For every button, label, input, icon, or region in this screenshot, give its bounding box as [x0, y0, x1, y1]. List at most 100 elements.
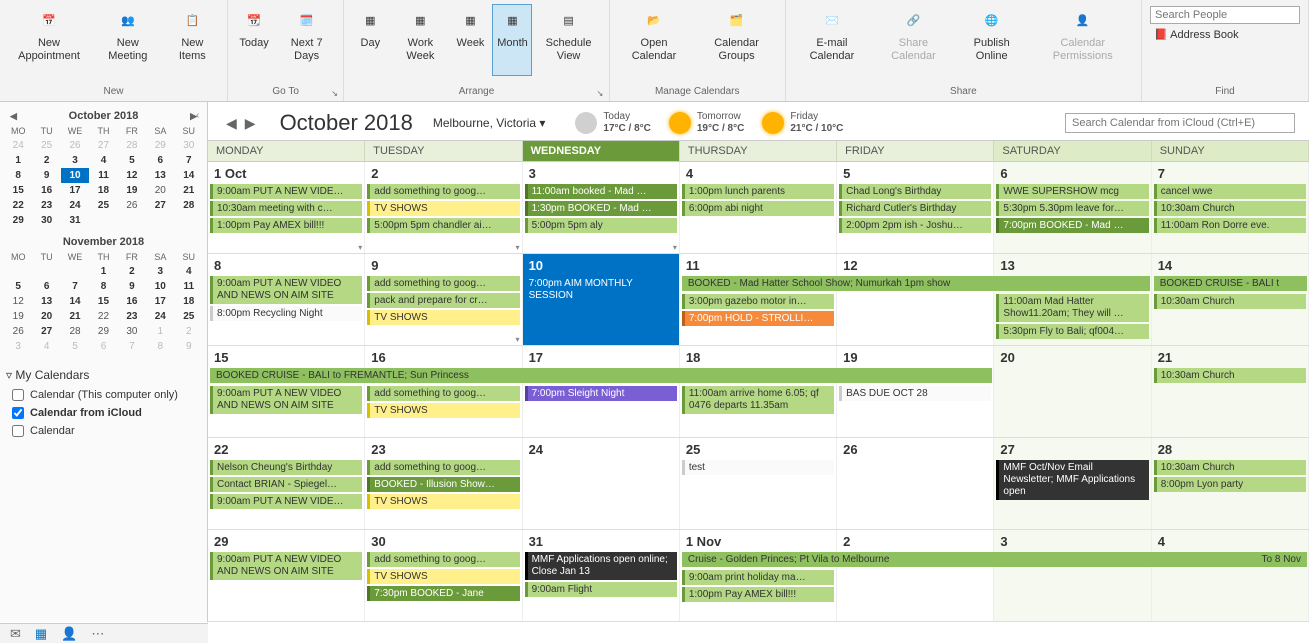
multi-day-event[interactable]: BOOKED CRUISE - BALI t: [1154, 276, 1307, 291]
mini-cal-day[interactable]: [118, 213, 146, 228]
calendar-event[interactable]: BAS DUE OCT 28: [839, 386, 991, 401]
day-cell[interactable]: 23add something to goog…BOOKED - Illusio…: [365, 438, 522, 529]
day-cell[interactable]: 6WWE SUPERSHOW mcg5:30pm 5.30pm leave fo…: [994, 162, 1151, 253]
day-cell[interactable]: 159:00am PUT A NEW VIDEO AND NEWS ON AIM…: [208, 346, 365, 437]
calendar-event[interactable]: TV SHOWS: [367, 201, 519, 216]
mini-cal-day[interactable]: 8: [4, 168, 32, 183]
day-cell[interactable]: 4: [1152, 530, 1309, 621]
next-period-icon[interactable]: ▶: [241, 115, 260, 131]
dialog-launcher-icon[interactable]: ↘: [597, 89, 607, 99]
weather-day[interactable]: Friday21°C / 10°C: [762, 111, 843, 135]
day-cell[interactable]: 25test: [680, 438, 837, 529]
search-people-input[interactable]: [1150, 6, 1300, 24]
mini-cal-day[interactable]: 19: [4, 309, 32, 324]
calendar-event[interactable]: WWE SUPERSHOW mcg: [996, 184, 1148, 199]
workweek-view-button[interactable]: ▦Work Week: [392, 4, 448, 76]
mini-cal-day[interactable]: 23: [32, 198, 60, 213]
mini-cal-day[interactable]: [4, 264, 32, 279]
calendar-checkbox[interactable]: [12, 407, 24, 419]
mini-cal-day[interactable]: [61, 264, 89, 279]
calendar-event[interactable]: test: [682, 460, 834, 475]
mini-cal-day[interactable]: 12: [4, 294, 32, 309]
day-cell[interactable]: 113:00pm gazebo motor in…7:00pm HOLD - S…: [680, 254, 837, 345]
mini-cal-day[interactable]: 27: [32, 324, 60, 339]
calendar-event[interactable]: Richard Cutler's Birthday: [839, 201, 991, 216]
day-cell[interactable]: 89:00am PUT A NEW VIDEO AND NEWS ON AIM …: [208, 254, 365, 345]
day-cell[interactable]: 19BAS DUE OCT 28: [837, 346, 994, 437]
mini-cal-day[interactable]: 28: [61, 324, 89, 339]
day-cell[interactable]: 41:00pm lunch parents6:00pm abi night: [680, 162, 837, 253]
day-cell[interactable]: 1311:00am Mad Hatter Show11.20am; They w…: [994, 254, 1151, 345]
mini-cal-day[interactable]: 30: [32, 213, 60, 228]
mini-cal-day[interactable]: 22: [89, 309, 117, 324]
calendar-event[interactable]: Nelson Cheung's Birthday: [210, 460, 362, 475]
day-cell[interactable]: 12: [837, 254, 994, 345]
calendar-event[interactable]: BOOKED - Illusion Show…: [367, 477, 519, 492]
mini-cal-day[interactable]: 15: [4, 183, 32, 198]
people-nav-icon[interactable]: 👤: [61, 626, 77, 642]
calendar-event[interactable]: 9:00am PUT A NEW VIDEO AND NEWS ON AIM S…: [210, 276, 362, 304]
mini-cal-day[interactable]: [146, 213, 174, 228]
mini-cal-day[interactable]: 3: [61, 153, 89, 168]
mini-cal-day[interactable]: 11: [175, 279, 203, 294]
mini-cal-day[interactable]: 26: [61, 138, 89, 153]
mini-cal-day[interactable]: 1: [4, 153, 32, 168]
mini-cal-day[interactable]: 27: [89, 138, 117, 153]
mini-cal-day[interactable]: 14: [61, 294, 89, 309]
mini-cal-day[interactable]: 2: [175, 324, 203, 339]
mini-cal-day[interactable]: 7: [175, 153, 203, 168]
calendar-event[interactable]: TV SHOWS: [367, 569, 519, 584]
calendar-event[interactable]: 2:00pm 2pm ish - Joshu…: [839, 218, 991, 233]
mini-cal-day[interactable]: 21: [61, 309, 89, 324]
calendar-event[interactable]: Chad Long's Birthday: [839, 184, 991, 199]
calendar-event[interactable]: 7:00pm BOOKED - Mad …: [996, 218, 1148, 233]
calendar-list-item[interactable]: Calendar from iCloud: [4, 404, 203, 422]
day-cell[interactable]: 16add something to goog…TV SHOWS: [365, 346, 522, 437]
mini-cal-day[interactable]: 17: [61, 183, 89, 198]
day-cell[interactable]: 177:00pm Sleight Night: [523, 346, 680, 437]
day-cell[interactable]: 9add something to goog…pack and prepare …: [365, 254, 522, 345]
day-cell[interactable]: 2110:30am Church: [1152, 346, 1309, 437]
mini-cal-day[interactable]: 20: [32, 309, 60, 324]
calendar-event[interactable]: 9:00am PUT A NEW VIDE…: [210, 494, 362, 509]
mini-cal-day[interactable]: [175, 213, 203, 228]
day-cell[interactable]: 311:00am booked - Mad …1:30pm BOOKED - M…: [523, 162, 680, 253]
prev-period-icon[interactable]: ◀: [222, 115, 241, 131]
next7days-button[interactable]: 🗓️Next 7 Days: [276, 4, 337, 76]
day-cell[interactable]: 30add something to goog…TV SHOWS7:30pm B…: [365, 530, 522, 621]
mini-cal-day[interactable]: 4: [32, 339, 60, 354]
month-view-button[interactable]: ▦Month: [492, 4, 532, 76]
calendar-event[interactable]: MMF Applications open online; Close Jan …: [525, 552, 677, 580]
mini-cal-day[interactable]: 3: [146, 264, 174, 279]
mini-cal-day[interactable]: 22: [4, 198, 32, 213]
mini-cal-day[interactable]: 6: [32, 279, 60, 294]
day-cell[interactable]: 2: [837, 530, 994, 621]
calendar-event[interactable]: TV SHOWS: [367, 403, 519, 418]
my-calendars-heading[interactable]: ▿ My Calendars: [4, 364, 203, 386]
day-cell[interactable]: 24: [523, 438, 680, 529]
calendar-event[interactable]: 7:00pm Sleight Night: [525, 386, 677, 401]
mini-cal-day[interactable]: 4: [89, 153, 117, 168]
calendar-event[interactable]: 8:00pm Lyon party: [1154, 477, 1306, 492]
day-cell[interactable]: 1 Oct9:00am PUT A NEW VIDE…10:30am meeti…: [208, 162, 365, 253]
calendar-event[interactable]: 10:30am meeting with c…: [210, 201, 362, 216]
mini-cal-day[interactable]: 4: [175, 264, 203, 279]
day-cell[interactable]: 107:00pm AIM MONTHLY SESSION: [523, 254, 680, 345]
day-cell[interactable]: 1811:00am arrive home 6.05; qf 0476 depa…: [680, 346, 837, 437]
mini-cal-day[interactable]: 28: [175, 198, 203, 213]
calendar-event[interactable]: TV SHOWS: [367, 494, 519, 509]
today-button[interactable]: 📆Today: [234, 4, 274, 76]
mini-cal-day[interactable]: 31: [61, 213, 89, 228]
day-cell[interactable]: 7cancel wwe10:30am Church11:00am Ron Dor…: [1152, 162, 1309, 253]
mini-cal-day[interactable]: 1: [89, 264, 117, 279]
day-view-button[interactable]: ▦Day: [350, 4, 390, 76]
mini-cal-day[interactable]: 17: [146, 294, 174, 309]
day-cell[interactable]: 2add something to goog…TV SHOWS5:00pm 5p…: [365, 162, 522, 253]
open-calendar-button[interactable]: 📂Open Calendar: [616, 4, 693, 76]
mini-cal-day[interactable]: 10: [61, 168, 89, 183]
mini-cal-day[interactable]: [32, 264, 60, 279]
day-cell[interactable]: 20: [994, 346, 1151, 437]
more-events-icon[interactable]: ▾: [516, 243, 520, 252]
mini-cal-day[interactable]: 20: [146, 183, 174, 198]
calendar-nav-icon[interactable]: ▦: [35, 626, 47, 642]
